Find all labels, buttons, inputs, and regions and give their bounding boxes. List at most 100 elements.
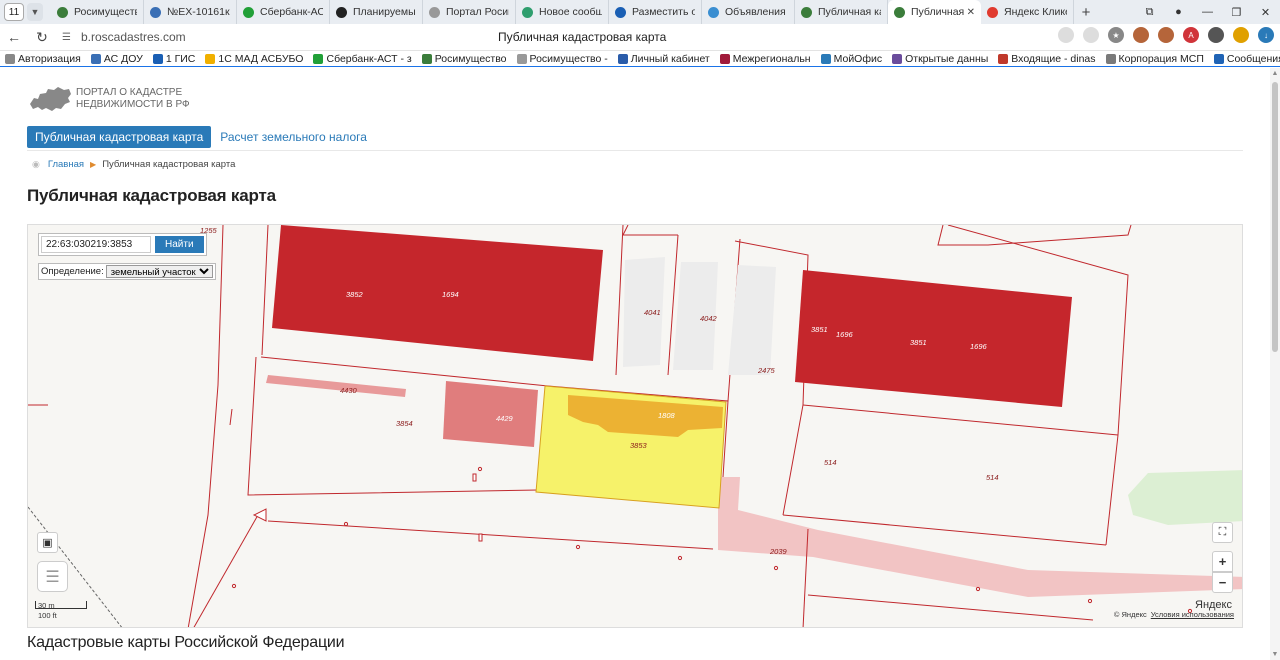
terms-link[interactable]: Условия использования [1151,610,1234,619]
cadastral-map[interactable]: 1255 3852 1694 4041 4042 2475 3851 1696 3851 1696… [27,224,1243,628]
extension-icon[interactable] [1058,27,1074,43]
definition-label: Определение: [41,266,104,277]
reload-button[interactable]: ↻ [28,29,56,46]
bookmark-label: Открытые данны [905,52,989,65]
extension-icon[interactable] [1133,27,1149,43]
bookmark-favicon-icon [617,53,628,64]
bookmark-item[interactable]: Корпорация МСП [1101,53,1209,65]
ruler-button[interactable]: ▣ [37,532,58,553]
scroll-up-icon[interactable]: ▲ [1271,70,1279,77]
browser-tab[interactable]: Портал Росим [423,0,516,24]
browser-tab[interactable]: Новое сообще [516,0,609,24]
browser-tab[interactable]: Яндекс Кликер [981,0,1074,24]
parcel-4430[interactable] [266,375,406,397]
parcel-4429[interactable] [443,381,538,447]
extension-icon[interactable] [1233,27,1249,43]
bookmark-favicon-icon [820,53,831,64]
bookmark-label: Авторизация [18,52,81,65]
bookmark-favicon-icon [516,53,527,64]
extensions-icon[interactable] [1208,27,1224,43]
bookmark-icon[interactable]: ★ [1108,27,1124,43]
ruler-icon: ▣ [42,537,53,549]
bookmark-item[interactable]: Сообщения [1209,53,1280,65]
tab-count-button[interactable]: 11 [4,3,24,21]
parcel-number-label: 3851 [910,338,927,347]
browser-tab[interactable]: Публичная кад [795,0,888,24]
logo-text: Портал о кадастре недвижимости в РФ [76,87,190,110]
bookmark-item[interactable]: Авторизация [0,53,86,65]
tab-title: Объявления н [725,6,788,18]
tab-title: Планируемые [353,6,416,18]
browser-tab[interactable]: Планируемые [330,0,423,24]
site-info-icon[interactable]: ☰ [62,32,71,43]
bookmark-item[interactable]: Открытые данны [887,53,993,65]
bookmark-favicon-icon [998,53,1009,64]
close-tab-icon[interactable]: ✕ [967,7,975,18]
close-window-button[interactable]: ✕ [1251,6,1280,19]
layers-icon: ☰ [45,568,60,586]
browser-tab[interactable]: Объявления н [702,0,795,24]
breadcrumb-home-link[interactable]: Главная [48,159,84,170]
bookmark-item[interactable]: Входящие - dinas [993,53,1100,65]
maximize-button[interactable]: ❐ [1222,6,1251,19]
extension-icon[interactable] [1158,27,1174,43]
tab-title: Яндекс Кликер [1004,6,1067,18]
definition-select[interactable]: земельный участок [105,265,213,278]
cadastral-number-input[interactable] [41,236,151,253]
browser-tab[interactable]: Публичная ✕ [888,0,981,24]
bookmark-item[interactable]: Сбербанк-АСТ - з [308,53,416,65]
breadcrumb: ◉ Главная ▶ Публичная кадастровая карта [32,159,235,170]
section-heading: Кадастровые карты Российской Федерации [27,634,345,651]
bookmark-item[interactable]: 1С МАД АСБУБО [200,53,308,65]
minimize-button[interactable]: — [1193,6,1222,18]
zoom-in-button[interactable]: + [1212,551,1233,572]
parcel-3852[interactable] [272,225,603,361]
bookmark-label: Личный кабинет [630,52,710,65]
bookmark-item[interactable]: 1 ГИС [148,53,201,65]
bookmark-item[interactable]: Росимущество [417,53,512,65]
bookmark-item[interactable]: МойОфис [816,53,888,65]
download-icon[interactable]: ↓ [1258,27,1274,43]
bookmark-label: МойОфис [833,52,883,65]
layers-button[interactable]: ☰ [37,561,68,592]
find-button[interactable]: Найти [155,236,204,253]
bookmark-label: Корпорация МСП [1118,52,1204,65]
fullscreen-button[interactable]: ⛶ [1212,522,1233,543]
map-canvas[interactable]: 12553852 1694404140422475385116963851 1696… [28,225,1243,628]
chevron-down-icon[interactable]: ▼ [27,3,43,21]
menu-item-land-tax[interactable]: Расчет земельного налога [220,130,367,144]
back-button[interactable]: ← [0,29,28,45]
tab-strip: Росимуществ №EX-10161к от Сбербанк-АСТ План… [51,0,1074,24]
tab-favicon-icon [615,6,626,18]
bookmark-item[interactable]: АС ДОУ [86,53,148,65]
bookmark-favicon-icon [421,53,432,64]
extension-icon[interactable]: A [1183,27,1199,43]
extension-icons: ★ A ↓ [1058,27,1274,43]
small-structure [472,473,477,482]
green-area [1128,470,1242,525]
menu-item-public-map[interactable]: Публичная кадастровая карта [27,126,212,148]
site-logo[interactable]: Портал о кадастре недвижимости в РФ [28,84,216,114]
browser-tab[interactable]: Сбербанк-АСТ [237,0,330,24]
bookmark-item[interactable]: Личный кабинет [613,53,715,65]
tab-favicon-icon [987,6,998,18]
bookmark-favicon-icon [90,53,101,64]
tab-favicon-icon [336,6,347,18]
scroll-down-icon[interactable]: ▼ [1271,651,1279,658]
tab-search-icon[interactable]: ⧉ [1135,6,1164,19]
bookmark-favicon-icon [152,53,163,64]
new-tab-button[interactable]: + [1074,4,1098,21]
page-scrollbar[interactable]: ▲ ▼ [1270,68,1280,660]
zoom-out-button[interactable]: − [1212,572,1233,593]
browser-tab[interactable]: Росимуществ [51,0,144,24]
url-text[interactable]: b.roscadastres.com [81,30,186,44]
parcel-number-label: 4041 [644,308,661,317]
browser-tab[interactable]: №EX-10161к от [144,0,237,24]
bookmark-item[interactable]: Росимущество - [512,53,613,65]
browser-tab[interactable]: Разместить об [609,0,702,24]
parcel-number-label: 2039 [769,547,788,556]
bookmark-item[interactable]: Межрегиональн [715,53,816,65]
scroll-thumb[interactable] [1272,82,1278,352]
profile-icon[interactable]: ● [1164,6,1193,18]
extension-icon[interactable] [1083,27,1099,43]
